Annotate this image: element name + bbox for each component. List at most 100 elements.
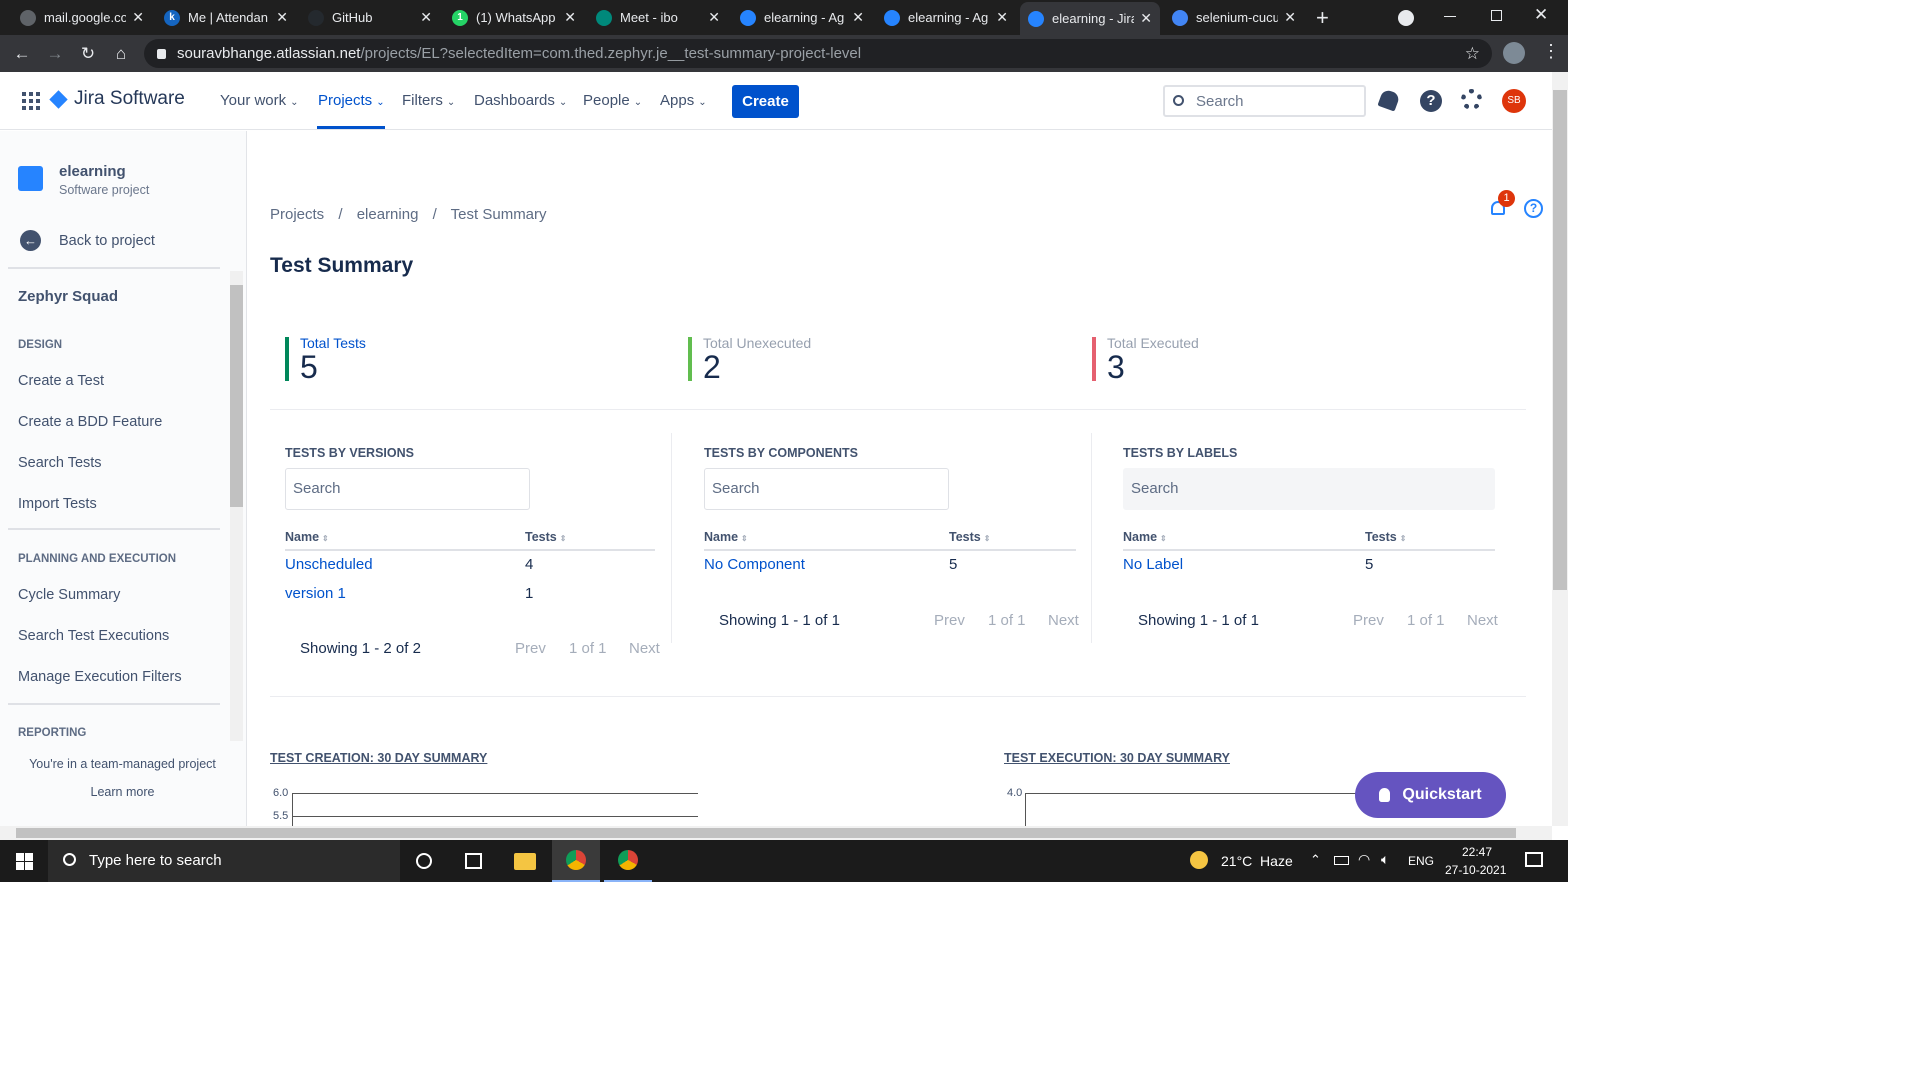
browser-tab[interactable]: Meet - ibo ✕: [588, 4, 728, 31]
project-avatar[interactable]: [18, 166, 43, 191]
nav-projects[interactable]: Projects ⌄: [318, 92, 385, 109]
sidebar-item-search-tests[interactable]: Search Tests: [18, 455, 102, 471]
panel-search-components[interactable]: Search: [704, 468, 949, 510]
tray-chevron-icon[interactable]: ⌃: [1310, 852, 1321, 868]
tab-close-icon[interactable]: ✕: [420, 9, 432, 26]
sidebar-item-create-bdd[interactable]: Create a BDD Feature: [18, 414, 162, 430]
tab-close-icon[interactable]: ✕: [276, 9, 288, 26]
table-row-name-link[interactable]: No Label: [1123, 556, 1183, 573]
create-button[interactable]: Create: [732, 85, 799, 118]
page-scroll-thumb[interactable]: [1553, 90, 1567, 590]
nav-your-work[interactable]: Your work ⌄: [220, 92, 299, 109]
pagination-next[interactable]: Next: [1048, 612, 1079, 629]
help-icon[interactable]: ?: [1420, 90, 1442, 112]
new-tab-button[interactable]: +: [1316, 5, 1329, 31]
column-header-tests[interactable]: Tests ⇕: [949, 530, 990, 544]
breadcrumb-projects[interactable]: Projects: [270, 206, 324, 223]
tab-close-icon[interactable]: ✕: [1140, 10, 1152, 27]
pagination-next[interactable]: Next: [1467, 612, 1498, 629]
clock-time[interactable]: 22:47: [1462, 845, 1492, 859]
settings-gear-icon[interactable]: [1461, 89, 1482, 110]
page-help-icon[interactable]: ?: [1524, 199, 1543, 218]
panel-search-versions[interactable]: Search: [285, 468, 530, 510]
chrome-taskbar-icon-2[interactable]: [604, 840, 652, 882]
column-header-name[interactable]: Name ⇕: [285, 530, 329, 544]
page-hscroll-thumb[interactable]: [16, 828, 1516, 838]
tab-close-icon[interactable]: ✕: [132, 9, 144, 26]
nav-apps[interactable]: Apps ⌄: [660, 92, 707, 109]
file-explorer-icon[interactable]: [514, 853, 536, 870]
close-window-icon[interactable]: ✕: [1534, 5, 1548, 25]
learn-more-link[interactable]: Learn more: [0, 785, 245, 799]
browser-menu-icon[interactable]: ⋮: [1542, 41, 1560, 62]
home-icon[interactable]: ⌂: [110, 43, 132, 65]
pagination-prev[interactable]: Prev: [934, 612, 965, 629]
forward-arrow-icon[interactable]: →: [44, 43, 66, 65]
browser-tab[interactable]: elearning - Ag ✕: [876, 4, 1016, 31]
nav-people[interactable]: People ⌄: [583, 92, 642, 109]
bookmark-star-icon[interactable]: ☆: [1465, 39, 1480, 68]
browser-tab[interactable]: elearning - Ag ✕: [732, 4, 872, 31]
browser-tab[interactable]: selenium-cucu ✕: [1164, 4, 1304, 31]
language-indicator[interactable]: ENG: [1408, 854, 1434, 868]
wifi-icon[interactable]: ◠: [1358, 851, 1370, 868]
profile-avatar[interactable]: [1503, 42, 1525, 64]
browser-tab[interactable]: GitHub ✕: [300, 4, 440, 31]
column-header-tests[interactable]: Tests ⇕: [525, 530, 566, 544]
sidebar-scrollbar[interactable]: [230, 271, 243, 741]
column-header-name[interactable]: Name ⇕: [704, 530, 748, 544]
reload-icon[interactable]: ↻: [77, 43, 99, 65]
restore-icon[interactable]: [1491, 10, 1502, 21]
battery-icon[interactable]: [1334, 856, 1349, 865]
pagination-prev[interactable]: Prev: [515, 640, 546, 657]
pagination-prev[interactable]: Prev: [1353, 612, 1384, 629]
tab-close-icon[interactable]: ✕: [852, 9, 864, 26]
back-to-project-link[interactable]: ← Back to project: [20, 230, 155, 251]
chrome-taskbar-icon[interactable]: [552, 840, 600, 882]
nav-dashboards[interactable]: Dashboards ⌄: [474, 92, 567, 109]
project-name[interactable]: elearning: [59, 163, 126, 180]
table-row-name-link[interactable]: Unscheduled: [285, 556, 373, 573]
table-row-name-link[interactable]: version 1: [285, 585, 346, 602]
tab-close-icon[interactable]: ✕: [708, 9, 720, 26]
notification-center-icon[interactable]: [1525, 852, 1543, 867]
browser-tab[interactable]: k Me | Attendan ✕: [156, 4, 296, 31]
back-arrow-icon[interactable]: ←: [11, 43, 33, 65]
browser-tab[interactable]: 1 (1) WhatsApp ✕: [444, 4, 584, 31]
jira-logo[interactable]: Jira Software: [49, 88, 185, 110]
windows-start-icon[interactable]: [16, 853, 33, 870]
taskbar-search[interactable]: Type here to search: [48, 840, 400, 882]
tab-close-icon[interactable]: ✕: [996, 9, 1008, 26]
sidebar-item-execution-filters[interactable]: Manage Execution Filters: [18, 669, 182, 685]
pagination-next[interactable]: Next: [629, 640, 660, 657]
sidebar-item-import-tests[interactable]: Import Tests: [18, 496, 97, 512]
volume-icon[interactable]: 🔈︎: [1381, 851, 1389, 868]
breadcrumb-project[interactable]: elearning: [357, 206, 419, 223]
column-header-name[interactable]: Name ⇕: [1123, 530, 1167, 544]
weather-text[interactable]: 21°C Haze: [1221, 853, 1293, 869]
browser-tab[interactable]: mail.google.co ✕: [12, 4, 152, 31]
minimize-icon[interactable]: [1444, 16, 1456, 17]
sidebar-item-cycle-summary[interactable]: Cycle Summary: [18, 587, 120, 603]
page-vertical-scrollbar[interactable]: [1552, 72, 1568, 826]
sidebar-item-search-executions[interactable]: Search Test Executions: [18, 628, 169, 644]
page-horizontal-scrollbar[interactable]: [0, 826, 1552, 840]
tab-search-icon[interactable]: [1398, 10, 1414, 26]
notifications-icon[interactable]: [1377, 88, 1401, 112]
sidebar-item-create-test[interactable]: Create a Test: [18, 373, 104, 389]
nav-filters[interactable]: Filters ⌄: [402, 92, 455, 109]
column-header-tests[interactable]: Tests ⇕: [1365, 530, 1406, 544]
sidebar-scroll-thumb[interactable]: [230, 285, 243, 507]
clock-date[interactable]: 27-10-2021: [1445, 863, 1506, 877]
search-input[interactable]: Search: [1163, 85, 1366, 117]
task-view-icon[interactable]: [465, 853, 482, 869]
browser-tab[interactable]: elearning - Jira ✕: [1020, 2, 1160, 35]
cortana-icon[interactable]: [416, 853, 432, 869]
panel-search-labels[interactable]: Search: [1123, 468, 1495, 510]
url-bar[interactable]: souravbhange.atlassian.net/projects/EL?s…: [144, 39, 1492, 68]
table-row-name-link[interactable]: No Component: [704, 556, 805, 573]
quickstart-button[interactable]: Quickstart: [1355, 772, 1506, 818]
tab-close-icon[interactable]: ✕: [1284, 9, 1296, 26]
app-switcher-icon[interactable]: [22, 92, 40, 110]
user-avatar[interactable]: SB: [1502, 89, 1526, 113]
